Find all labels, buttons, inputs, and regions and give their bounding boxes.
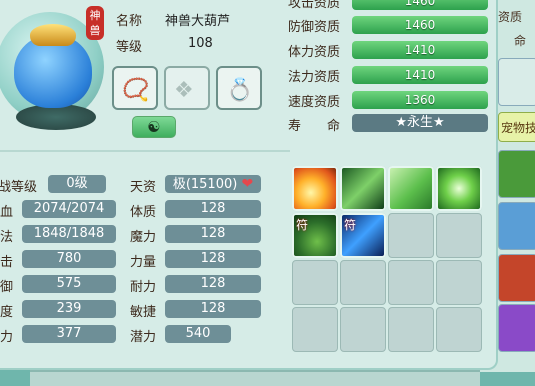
stat-value: 128 [165,275,261,293]
aptitude-label: 攻击资质 [288,0,341,11]
background-life-label: 命 [514,34,527,48]
skill-slot-empty[interactable] [340,260,386,305]
background-skill-slot [498,304,535,352]
talisman-mark: 符 [296,218,309,232]
yin-yang-button[interactable]: ☯ [132,116,176,138]
pet-name: 神兽大葫芦 [165,14,231,29]
stat-label: 天资 [130,180,157,195]
background-skill-slot [498,150,535,198]
stat-label: 敏捷 [130,305,157,320]
aptitude-label: 速度资质 [288,95,341,110]
stat-label: 战等级 [0,180,38,195]
stat-label: 力 [0,330,14,345]
background-qual-label: 资质 [498,10,523,24]
stat-value: 0级 [48,175,106,193]
aptitude-bar: 1460 [352,16,488,34]
heart-icon: ❤ [241,176,254,192]
bottom-frame [30,370,480,386]
talisman-mark: 符 [344,218,357,232]
stat-label: 体质 [130,205,157,220]
skill-slot-empty[interactable] [388,260,434,305]
stat-label: 御 [0,280,14,295]
pet-level: 108 [188,36,213,51]
stat-value: 377 [22,325,116,343]
aptitude-bar: 1360 [352,91,488,109]
stat-label: 耐力 [130,280,157,295]
green-cat-icon[interactable]: 符 [292,213,338,258]
section-divider [0,150,290,152]
talent-text: 极(15100) [172,177,238,192]
aptitude-label: 法力资质 [288,70,341,85]
stat-label: 力量 [130,255,157,270]
leaf-slash-icon[interactable] [340,166,386,211]
stat-value: 780 [22,250,116,268]
skill-slot-empty[interactable] [340,307,386,352]
stat-value: 239 [22,300,116,318]
skill-slot-empty[interactable] [388,307,434,352]
stat-value: 128 [165,200,261,218]
talent-value: 极(15100) ❤ [165,175,261,193]
empty-armor-icon: ❖ [174,78,194,103]
fire-burst-icon[interactable] [292,166,338,211]
life-value: ★永生★ [352,114,488,132]
stat-value: 128 [165,250,261,268]
blue-shard-icon[interactable]: 符 [340,213,386,258]
stat-label: 潜力 [130,330,157,345]
necklace-icon: 💍 [226,78,254,103]
stat-value: 128 [165,225,261,243]
stat-value: 575 [22,275,116,293]
skill-slot-empty[interactable] [436,260,482,305]
pet-skill-tab[interactable]: 宠物技 [498,112,535,142]
background-equip-slot [498,58,535,106]
life-label: 寿 命 [288,119,341,134]
equip-slot-empty[interactable]: ❖ [164,66,210,110]
skill-slot-empty[interactable] [292,260,338,305]
stat-value: 2074/2074 [22,200,116,218]
aptitude-label: 体力资质 [288,45,341,60]
divine-beast-badge: 神兽 [86,6,104,40]
pet-attribute-panel: 神兽 名称 神兽大葫芦 等级 108 📿 ❖ 💍 ☯ 攻击资质 1460 防御资… [0,0,498,370]
stat-value: 540 [165,325,231,343]
name-label: 名称 [116,14,143,29]
stat-value: 128 [165,300,261,318]
skill-slot-empty[interactable] [292,307,338,352]
stat-label: 度 [0,305,14,320]
figure-aura-icon[interactable] [436,166,482,211]
stat-label: 魔力 [130,230,157,245]
white-wings-icon[interactable] [388,166,434,211]
aptitude-bar: 1460 [352,0,488,10]
stat-label: 血 [0,205,14,220]
aptitude-label: 防御资质 [288,20,341,35]
level-label: 等级 [116,40,143,55]
skill-slot-empty[interactable] [388,213,434,258]
equip-slot-necklace[interactable]: 💍 [216,66,262,110]
stat-label: 法 [0,230,14,245]
red-collar-icon: 📿 [122,78,150,103]
background-skill-slot [498,254,535,302]
aptitude-bar: 1410 [352,41,488,59]
skill-slot-empty[interactable] [436,307,482,352]
pet-crown-icon [30,24,76,46]
skill-slot-empty[interactable] [436,213,482,258]
equip-slot-collar[interactable]: 📿 [112,66,158,110]
aptitude-bar: 1410 [352,66,488,84]
skill-grid: 符 符 [292,166,488,356]
stat-value: 1848/1848 [22,225,116,243]
background-skill-slot [498,202,535,250]
stat-label: 击 [0,255,14,270]
